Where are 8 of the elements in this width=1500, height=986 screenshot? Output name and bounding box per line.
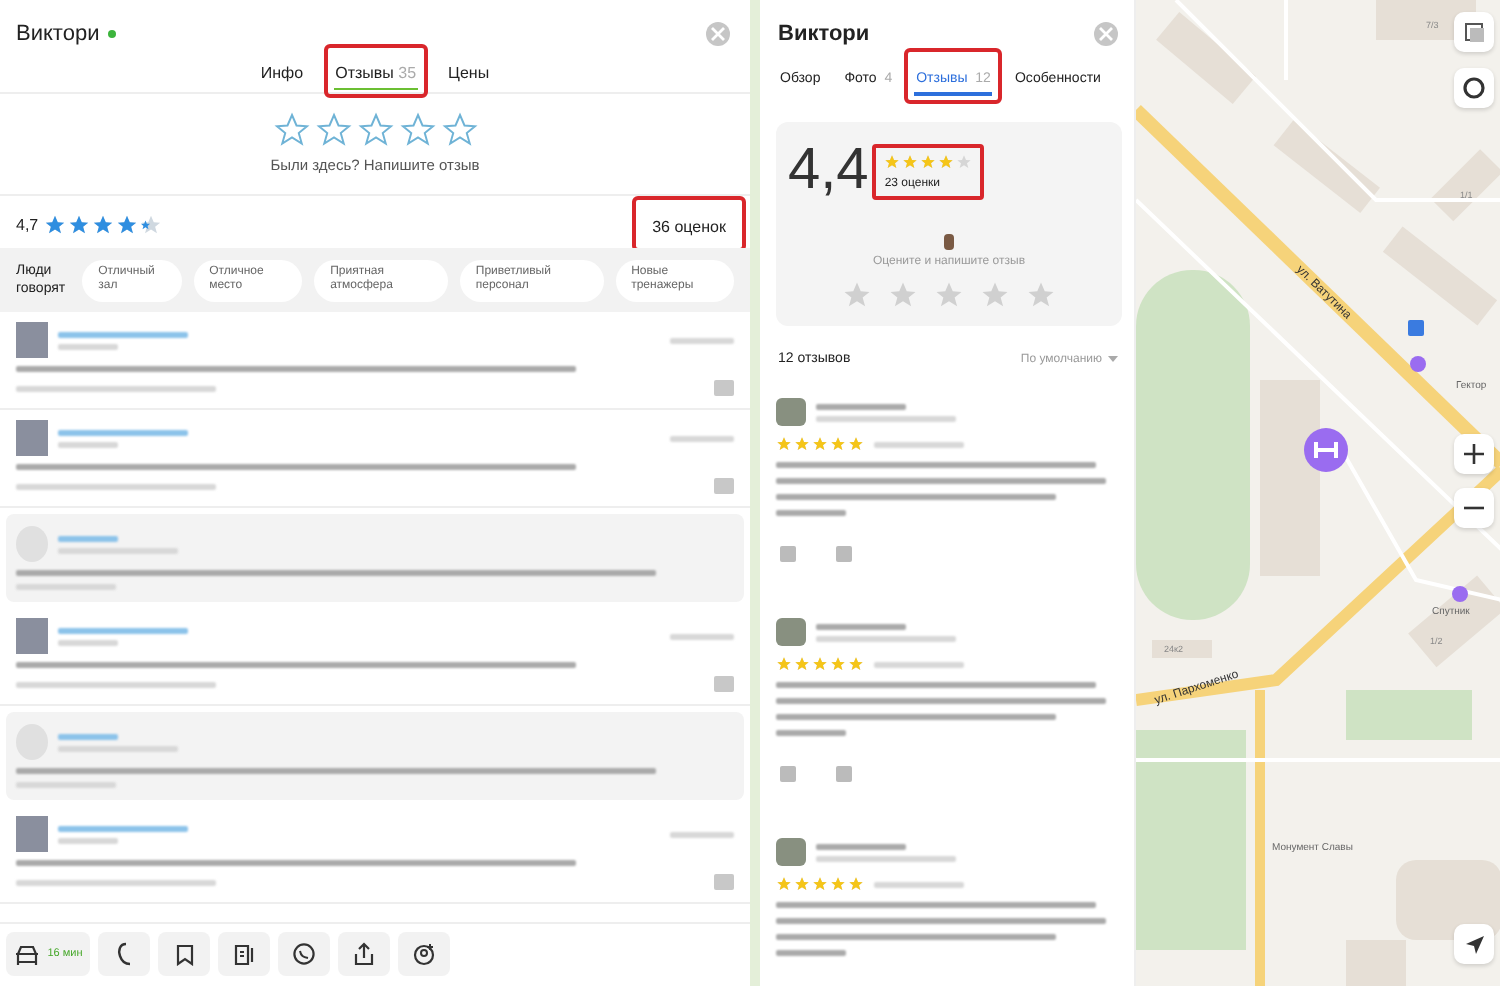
place-title: Виктори xyxy=(778,22,870,46)
tab[interactable]: Цены xyxy=(446,59,492,89)
ratings-count[interactable]: 36 оценок xyxy=(652,218,726,236)
rating-value: 4,4 xyxy=(788,138,869,204)
tab[interactable]: Отзывы 35 xyxy=(333,59,419,89)
tab[interactable]: Инфо xyxy=(258,59,306,89)
rating-value: 4,7 xyxy=(16,215,39,233)
place-title: Виктори xyxy=(16,22,100,46)
